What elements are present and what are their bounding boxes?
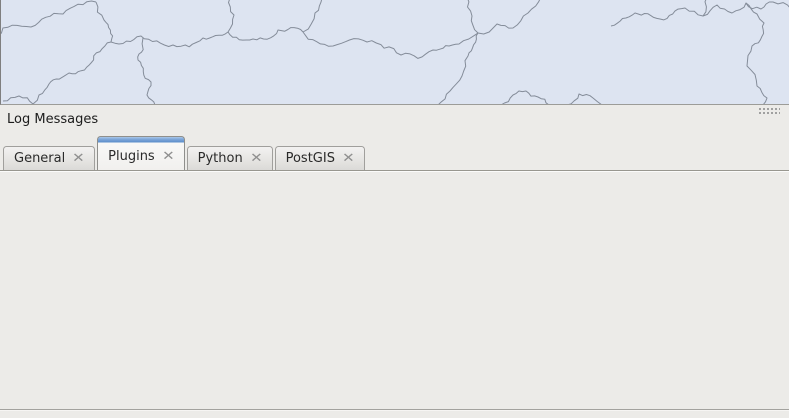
tab-postgis[interactable]: PostGIS ✕ (275, 146, 365, 170)
tab-general[interactable]: General ✕ (3, 146, 95, 170)
close-icon[interactable]: ✕ (72, 152, 85, 165)
splitter-handle[interactable] (757, 106, 780, 114)
close-icon[interactable]: ✕ (250, 152, 263, 165)
close-icon[interactable]: ✕ (162, 150, 175, 163)
log-tab-bar: General ✕ Plugins ✕ Python ✕ PostGIS ✕ (3, 136, 367, 170)
tab-label: Python (198, 151, 243, 166)
log-tab-pane (0, 170, 789, 410)
close-icon[interactable]: ✕ (342, 152, 355, 165)
tab-label: PostGIS (286, 151, 335, 166)
map-boundary-lines (1, 0, 789, 104)
tab-label: General (14, 151, 65, 166)
tab-python[interactable]: Python ✕ (187, 146, 273, 170)
panel-title: Log Messages (7, 112, 98, 127)
tab-label: Plugins (108, 149, 155, 164)
tab-plugins[interactable]: Plugins ✕ (97, 136, 184, 170)
map-canvas[interactable] (0, 0, 789, 105)
